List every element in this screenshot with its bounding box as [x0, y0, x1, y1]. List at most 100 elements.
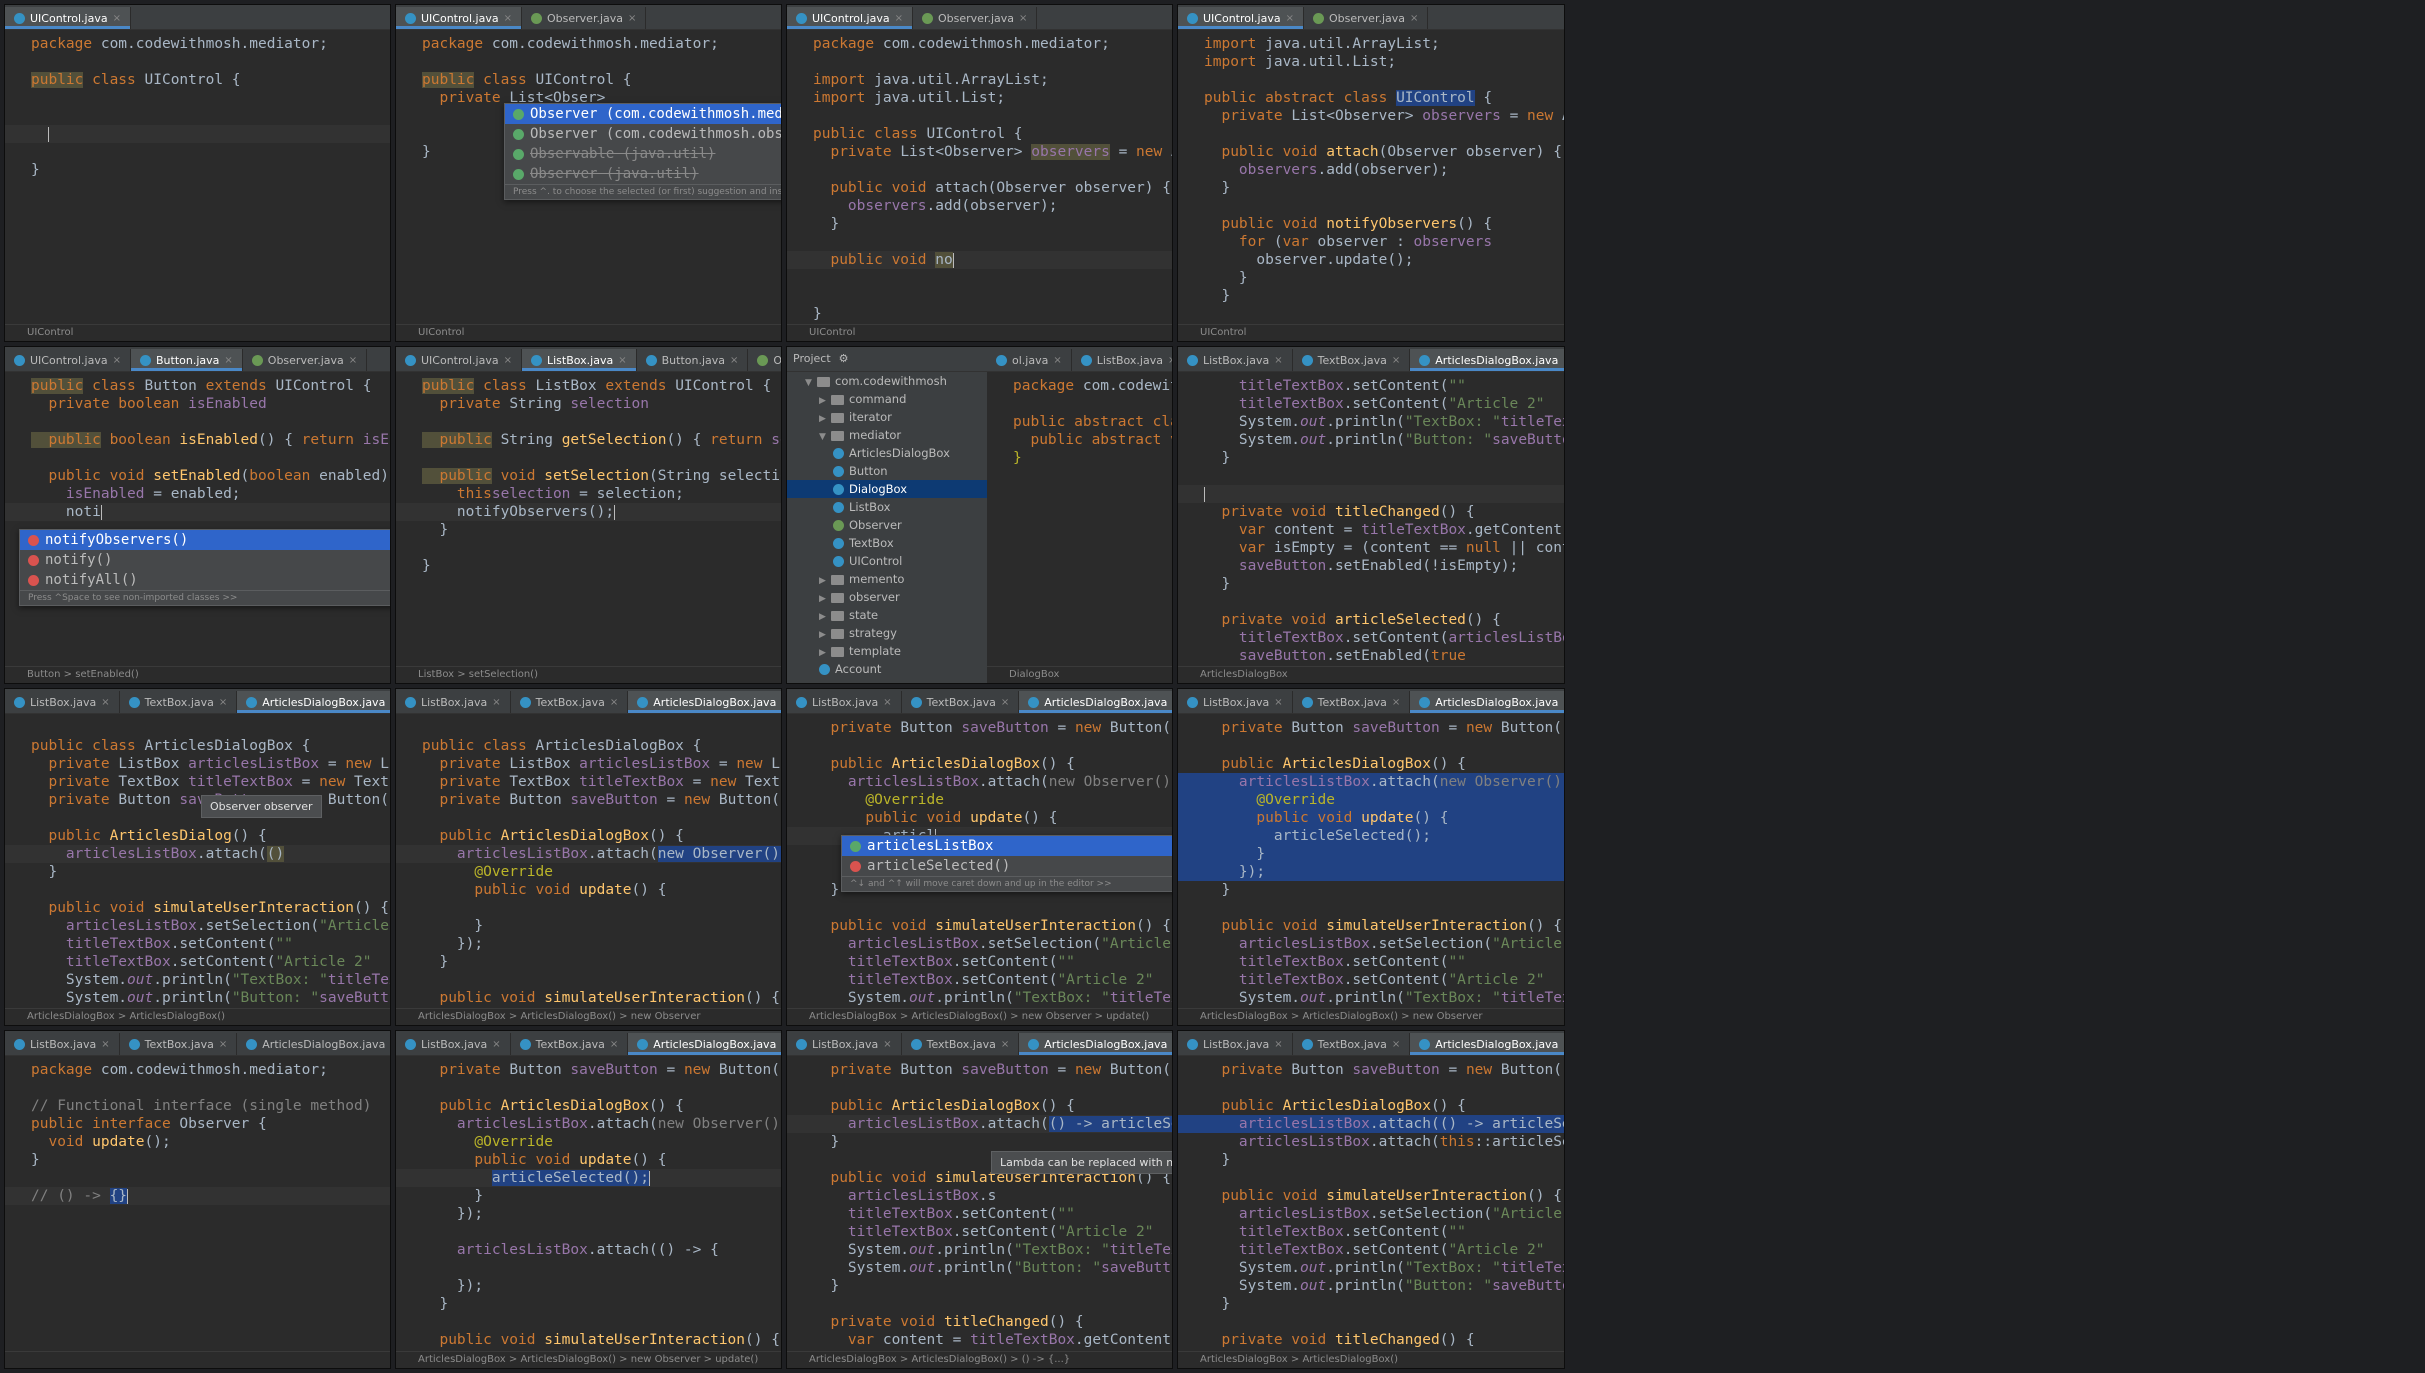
- code-line[interactable]: [1178, 485, 1564, 503]
- editor-tab[interactable]: TextBox.java ×: [120, 691, 238, 713]
- editor-tab[interactable]: ArticlesDialogBox.java×: [1410, 1033, 1564, 1055]
- code-line[interactable]: });: [1178, 863, 1564, 881]
- tree-class-item[interactable]: Observer: [787, 516, 987, 534]
- code-line[interactable]: public boolean isEnabled() { return isEn…: [31, 431, 390, 449]
- editor-tab[interactable]: UIControl.java ×: [396, 349, 522, 371]
- close-icon[interactable]: ×: [1410, 13, 1418, 24]
- close-icon[interactable]: ×: [1001, 697, 1009, 708]
- completion-popup[interactable]: Observer (com.codewithmosh.mediator) Obse…: [504, 103, 781, 200]
- project-title[interactable]: Project: [793, 347, 831, 371]
- editor-tab[interactable]: ListBox.java ×: [787, 691, 902, 713]
- code-line[interactable]: public void simulateUserInteraction() {: [1204, 1187, 1564, 1205]
- code-line[interactable]: [31, 1169, 390, 1187]
- code-line[interactable]: }: [1204, 575, 1564, 593]
- code-editor[interactable]: private Button saveButton = new Button()…: [1178, 715, 1564, 1007]
- code-line[interactable]: [422, 413, 781, 431]
- code-line[interactable]: System.out.println("TextBox: "titleTextB…: [1204, 413, 1564, 431]
- code-line[interactable]: public ArticlesDialog() {: [31, 827, 390, 845]
- close-icon[interactable]: ×: [1168, 355, 1172, 366]
- editor-tab[interactable]: TextBox.java ×: [902, 691, 1020, 713]
- code-line[interactable]: var isEmpty = (content == null || conten…: [813, 1349, 1172, 1350]
- code-line[interactable]: private void titleChanged() {: [1204, 503, 1564, 521]
- breadcrumb[interactable]: UIControl: [787, 324, 1172, 341]
- tree-class-item[interactable]: Account: [787, 660, 987, 678]
- editor-tab[interactable]: ListBox.java ×: [1178, 691, 1293, 713]
- editor-tab[interactable]: ListBox.java ×: [1178, 349, 1293, 371]
- completion-item[interactable]: Observable (java.util): [505, 144, 781, 164]
- code-line[interactable]: [31, 107, 390, 125]
- code-line[interactable]: articlesListBox.attach(() -> {: [422, 1241, 781, 1259]
- close-icon[interactable]: ×: [730, 355, 738, 366]
- code-line[interactable]: articlesListBox.setSelection("Article 1": [422, 1349, 781, 1350]
- close-icon[interactable]: ×: [610, 697, 618, 708]
- code-line[interactable]: [422, 1259, 781, 1277]
- code-line[interactable]: [422, 719, 781, 737]
- close-icon[interactable]: ×: [1274, 355, 1282, 366]
- code-line[interactable]: });: [422, 1277, 781, 1295]
- code-line[interactable]: [813, 1079, 1172, 1097]
- code-line[interactable]: observers.add(observer);: [813, 197, 1172, 215]
- code-line[interactable]: [1204, 125, 1564, 143]
- code-line[interactable]: [31, 881, 390, 899]
- editor-tab[interactable]: TextBox.java ×: [511, 691, 629, 713]
- close-icon[interactable]: ×: [504, 355, 512, 366]
- code-line[interactable]: public void attach(Observer observer) {: [813, 179, 1172, 197]
- code-line[interactable]: articlesListBox.attach(() -> articleSele…: [1178, 1115, 1564, 1133]
- editor-tab[interactable]: TextBox.java ×: [1293, 349, 1411, 371]
- code-line[interactable]: private TextBox titleTextBox = new TextB…: [31, 773, 390, 791]
- code-line[interactable]: }: [813, 305, 1172, 323]
- code-line[interactable]: System.out.println("TextBox: "titleTextB…: [1204, 1259, 1564, 1277]
- tree-package-item[interactable]: ▶ observer: [787, 588, 987, 606]
- code-line[interactable]: [31, 89, 390, 107]
- tree-class-item[interactable]: Button: [787, 462, 987, 480]
- close-icon[interactable]: ×: [1392, 697, 1400, 708]
- code-line[interactable]: [422, 539, 781, 557]
- close-icon[interactable]: ×: [1019, 13, 1027, 24]
- code-line[interactable]: [1013, 395, 1172, 413]
- close-icon[interactable]: ×: [101, 697, 109, 708]
- code-line[interactable]: [1204, 71, 1564, 89]
- code-line[interactable]: // Functional interface (single method): [31, 1097, 390, 1115]
- code-line[interactable]: public class UIControl {: [813, 125, 1172, 143]
- editor-tab[interactable]: TextBox.java ×: [1293, 1033, 1411, 1055]
- code-line[interactable]: public ArticlesDialogBox() {: [422, 827, 781, 845]
- tree-class-item[interactable]: TextBox: [787, 534, 987, 552]
- editor-tab[interactable]: ArticlesDialogBox.java×: [1019, 691, 1172, 713]
- code-line[interactable]: var isEmpty = (content == null || conten…: [1204, 539, 1564, 557]
- code-line[interactable]: private void articleSelected() {: [1204, 611, 1564, 629]
- code-line[interactable]: private ListBox articlesListBox = new Li…: [31, 755, 390, 773]
- completion-item[interactable]: Observer (com.codewithmosh.observer): [505, 124, 781, 144]
- code-line[interactable]: }: [1204, 449, 1564, 467]
- code-line[interactable]: System.out.println("Button: "saveButton.…: [1204, 431, 1564, 449]
- editor-tab[interactable]: Observer.java ×: [1304, 7, 1429, 29]
- code-line[interactable]: }: [422, 1187, 781, 1205]
- code-line[interactable]: System.out.println("TextBox: "titleTextB…: [813, 989, 1172, 1007]
- code-line[interactable]: [422, 899, 781, 917]
- breadcrumb[interactable]: ArticlesDialogBox > ArticlesDialogBox() …: [1178, 1008, 1564, 1025]
- code-line[interactable]: }: [1013, 449, 1172, 467]
- code-line[interactable]: observers.add(observer);: [1204, 161, 1564, 179]
- code-line[interactable]: for (var observer : observers: [1204, 233, 1564, 251]
- close-icon[interactable]: ×: [492, 697, 500, 708]
- code-editor[interactable]: public class ListBox extends UIControl {…: [396, 373, 781, 665]
- code-line[interactable]: [813, 269, 1172, 287]
- code-line[interactable]: [813, 287, 1172, 305]
- code-line[interactable]: [813, 161, 1172, 179]
- editor-tab[interactable]: UIControl.java ×: [396, 7, 522, 29]
- code-line[interactable]: [1204, 593, 1564, 611]
- code-line[interactable]: saveButton.setEnabled(!isEmpty);: [1204, 557, 1564, 575]
- code-line[interactable]: articleSelected();: [396, 1169, 781, 1187]
- code-line[interactable]: public class Button extends UIControl {: [31, 377, 390, 395]
- code-line[interactable]: @Override: [1178, 791, 1564, 809]
- code-line[interactable]: [31, 143, 390, 161]
- editor-tab[interactable]: TextBox.java ×: [902, 1033, 1020, 1055]
- code-line[interactable]: public void simulateUserInteraction() {: [422, 989, 781, 1007]
- editor-tab[interactable]: UIControl.java ×: [787, 7, 913, 29]
- code-line[interactable]: [813, 233, 1172, 251]
- close-icon[interactable]: ×: [492, 1039, 500, 1050]
- code-line[interactable]: }: [422, 917, 781, 935]
- code-line[interactable]: articlesListBox.attach(new Observer() {: [1178, 773, 1564, 791]
- editor-tab[interactable]: TextBox.java ×: [120, 1033, 238, 1055]
- close-icon[interactable]: ×: [1053, 355, 1061, 366]
- code-line[interactable]: titleTextBox.setContent("": [1204, 953, 1564, 971]
